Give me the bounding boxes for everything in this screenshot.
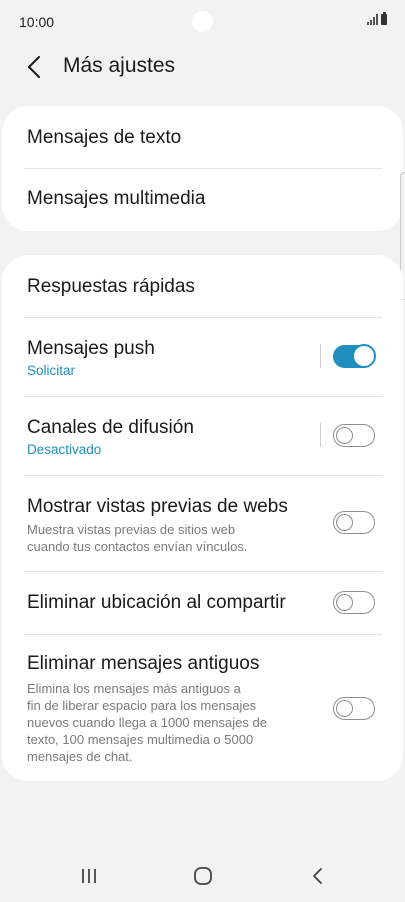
app-header: Más ajustes <box>0 44 405 90</box>
settings-card-messages: Mensajes de texto Mensajes multimedia <box>2 106 403 231</box>
home-icon <box>194 867 212 885</box>
setting-description: mensajes de chat. <box>27 749 133 764</box>
back-button[interactable] <box>18 52 50 82</box>
setting-remove-location[interactable]: Eliminar ubicación al compartir <box>2 572 403 634</box>
chevron-left-icon <box>313 868 322 884</box>
status-time: 10:00 <box>19 14 55 30</box>
delete-old-messages-toggle[interactable] <box>333 697 375 720</box>
setting-push-messages[interactable]: Mensajes push Solicitar <box>2 318 403 396</box>
setting-description: nuevos cuando llega a 1000 mensajes de <box>27 715 267 730</box>
settings-card-options: Respuestas rápidas Mensajes push Solicit… <box>2 255 403 781</box>
setting-quick-replies[interactable]: Respuestas rápidas <box>2 255 403 317</box>
setting-title: Mensajes de texto <box>27 127 182 148</box>
battery-icon <box>381 12 387 25</box>
status-icons <box>367 12 387 25</box>
setting-delete-old-messages[interactable]: Eliminar mensajes antiguos Elimina los m… <box>2 635 403 781</box>
setting-text-messages[interactable]: Mensajes de texto <box>2 106 403 168</box>
setting-description: texto, 100 mensajes multimedia o 5000 <box>27 732 254 747</box>
setting-description: Elimina los mensajes más antiguos a <box>27 681 241 696</box>
page-title: Más ajustes <box>63 54 176 77</box>
setting-multimedia-messages[interactable]: Mensajes multimedia <box>2 169 403 231</box>
setting-title: Eliminar mensajes antiguos <box>27 653 260 674</box>
web-previews-toggle[interactable] <box>333 511 375 534</box>
setting-title: Mostrar vistas previas de webs <box>27 496 288 517</box>
setting-description: Muestra vistas previas de sitios web <box>27 522 236 537</box>
setting-title: Mensajes push <box>27 338 155 359</box>
signal-icon <box>367 14 378 25</box>
setting-description: fin de liberar espacio para los mensajes <box>27 698 257 713</box>
nav-back-button[interactable] <box>302 862 332 890</box>
setting-title: Eliminar ubicación al compartir <box>27 592 286 613</box>
setting-title: Respuestas rápidas <box>27 276 195 297</box>
setting-description: cuando tus contactos envían vínculos. <box>27 539 248 554</box>
home-button[interactable] <box>188 862 218 890</box>
recents-button[interactable] <box>74 862 104 890</box>
setting-web-previews[interactable]: Mostrar vistas previas de webs Muestra v… <box>2 476 403 571</box>
setting-title: Mensajes multimedia <box>27 188 206 209</box>
separator <box>320 423 321 447</box>
camera-cutout <box>192 11 213 32</box>
setting-broadcast-channels[interactable]: Canales de difusión Desactivado <box>2 397 403 475</box>
setting-subtitle: Solicitar <box>27 363 76 378</box>
separator <box>320 344 321 368</box>
remove-location-toggle[interactable] <box>333 591 375 614</box>
setting-title: Canales de difusión <box>27 417 194 438</box>
status-bar: 10:00 <box>0 0 405 44</box>
push-messages-toggle[interactable] <box>333 344 376 368</box>
recents-icon <box>82 869 96 883</box>
chevron-left-icon <box>28 56 40 78</box>
broadcast-channels-toggle[interactable] <box>333 424 375 447</box>
setting-subtitle: Desactivado <box>27 442 102 457</box>
navigation-bar <box>0 850 405 902</box>
